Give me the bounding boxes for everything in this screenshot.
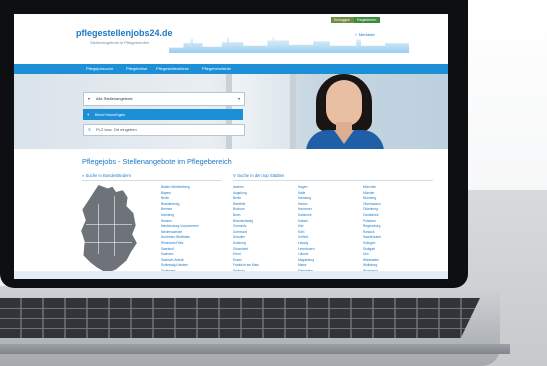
city-list: München Münster Nürnberg Oberhausen Oldenbur… (363, 185, 381, 279)
login-button[interactable]: Einloggen (331, 17, 355, 23)
location-pin-icon: ⚲ (88, 127, 91, 132)
category-select-value: Alle Stellenangebote (96, 96, 133, 101)
city-list: Aachen Augsburg Berlin Bielefeld Bochum Bonn B… (233, 185, 259, 279)
city-link[interactable]: Osnabrück (363, 213, 381, 219)
register-button[interactable]: Registrieren (354, 17, 380, 23)
chevron-down-icon: ▾ (237, 96, 240, 101)
laptop-lid: pflegestellenjobs24.de Stellenangebote i… (0, 0, 468, 288)
city-skyline-graphic (169, 35, 409, 53)
plus-icon: + (87, 112, 90, 117)
add-beruf-label: Beruf hinzufügen (95, 112, 126, 117)
staedte-heading: ⚲ Suche in den top Städten (233, 173, 285, 178)
laptop-keyboard (0, 298, 480, 338)
bundesland-link[interactable]: Mecklenburg-Vorpommern (161, 224, 199, 230)
germany-map[interactable] (81, 185, 137, 273)
location-placeholder: PLZ bzw. Ort eingeben (96, 127, 137, 132)
nav-item[interactable]: Pflegejobsuche (86, 66, 113, 71)
site-header: pflegestellenjobs24.de Stellenangebote i… (14, 14, 448, 64)
merkliste-link[interactable]: ☆ Merkliste (354, 32, 375, 37)
bundesland-heading: ⌕ Suche in Bundesländern (82, 173, 132, 178)
main-nav: Pflegejobsuche Pflegebörse Pflegestellen… (14, 64, 448, 74)
site-logo[interactable]: pflegestellenjobs24.de (76, 28, 173, 38)
category-select[interactable]: ▾ Alle Stellenangebote ▾ (83, 92, 245, 106)
page-title: Pflegejobs - Stellenangebote im Pflegebe… (82, 157, 232, 166)
city-link[interactable]: Regensburg (363, 224, 381, 230)
add-beruf-button[interactable]: + Beruf hinzufügen (83, 109, 243, 120)
site-logo-subtitle: Stellenangebote in Pflegeberufen (90, 40, 150, 45)
nav-item[interactable]: Pflegebörse (126, 66, 147, 71)
laptop-front-edge (0, 344, 510, 354)
laptop-screen: pflegestellenjobs24.de Stellenangebote i… (14, 14, 448, 279)
footer-strip (14, 271, 448, 279)
nav-item[interactable]: Pflegeberufsinfo (202, 66, 231, 71)
chevron-down-icon: ▾ (88, 96, 91, 101)
city-list: Hagen Halle Hamburg Hamm Hannover Karlsruhe Ka… (298, 185, 324, 279)
bundesland-list: Baden-Württemberg Bayern Berlin Brandenburg… (161, 185, 199, 275)
nav-item[interactable]: Pflegestellenbörse (156, 66, 189, 71)
location-input[interactable]: ⚲ PLZ bzw. Ort eingeben (83, 124, 245, 136)
